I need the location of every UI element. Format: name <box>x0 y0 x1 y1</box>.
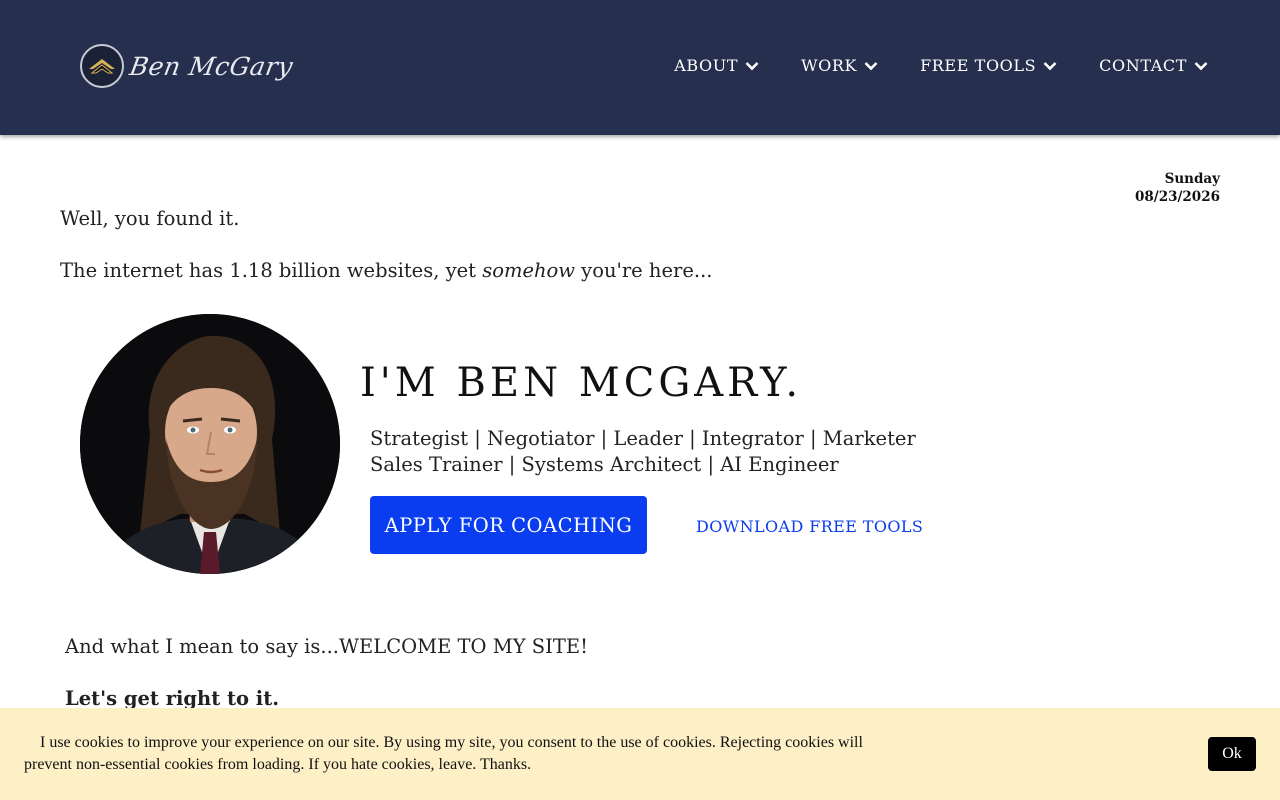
intro-line-1: Well, you found it. <box>60 207 240 230</box>
chevron-down-icon <box>864 61 878 70</box>
main-nav: ABOUT WORK FREE TOOLS CONTACT <box>674 56 1208 75</box>
nav-item-label: ABOUT <box>674 56 739 75</box>
cookie-ok-button[interactable]: Ok <box>1208 737 1256 771</box>
chevron-down-icon <box>745 61 759 70</box>
site-logo[interactable]: Ben McGary <box>80 43 296 89</box>
current-date: Sunday 08/23/2026 <box>1135 170 1220 206</box>
download-free-tools-link[interactable]: DOWNLOAD FREE TOOLS <box>696 517 923 536</box>
intro-emphasis: somehow <box>482 259 575 282</box>
eagle-emblem-icon <box>80 44 124 88</box>
hero-roles: Strategist | Negotiator | Leader | Integ… <box>370 426 916 478</box>
chevron-down-icon <box>1043 61 1057 70</box>
welcome-line: And what I mean to say is...WELCOME TO M… <box>65 635 588 658</box>
lets-get-to-it-line: Let's get right to it. <box>65 687 279 710</box>
nav-item-about[interactable]: ABOUT <box>674 56 759 75</box>
date-value: 08/23/2026 <box>1134 189 1220 205</box>
nav-item-label: FREE TOOLS <box>920 56 1037 75</box>
roles-line-1: Strategist | Negotiator | Leader | Integ… <box>370 427 916 450</box>
date-weekday: Sunday <box>1164 171 1220 187</box>
roles-line-2: Sales Trainer | Systems Architect | AI E… <box>370 453 839 476</box>
intro-text: The internet has 1.18 billion websites, … <box>60 259 483 282</box>
nav-item-contact[interactable]: CONTACT <box>1099 56 1208 75</box>
intro-line-2: The internet has 1.18 billion websites, … <box>60 259 712 282</box>
chevron-down-icon <box>1194 61 1208 70</box>
intro-text: you're here... <box>574 259 713 282</box>
nav-item-work[interactable]: WORK <box>801 56 878 75</box>
nav-item-free-tools[interactable]: FREE TOOLS <box>920 56 1057 75</box>
hero-title: I'M BEN MCGARY. <box>360 360 803 406</box>
site-header: Ben McGary ABOUT WORK FREE TOOLS CONTACT <box>0 0 1280 135</box>
logo-signature: Ben McGary <box>127 51 296 81</box>
nav-item-label: CONTACT <box>1099 56 1187 75</box>
apply-for-coaching-button[interactable]: APPLY FOR COACHING <box>370 496 647 554</box>
portrait-photo <box>80 314 340 574</box>
cookie-banner: I use cookies to improve your experience… <box>0 708 1280 800</box>
nav-item-label: WORK <box>801 56 858 75</box>
cookie-message: I use cookies to improve your experience… <box>24 734 863 773</box>
